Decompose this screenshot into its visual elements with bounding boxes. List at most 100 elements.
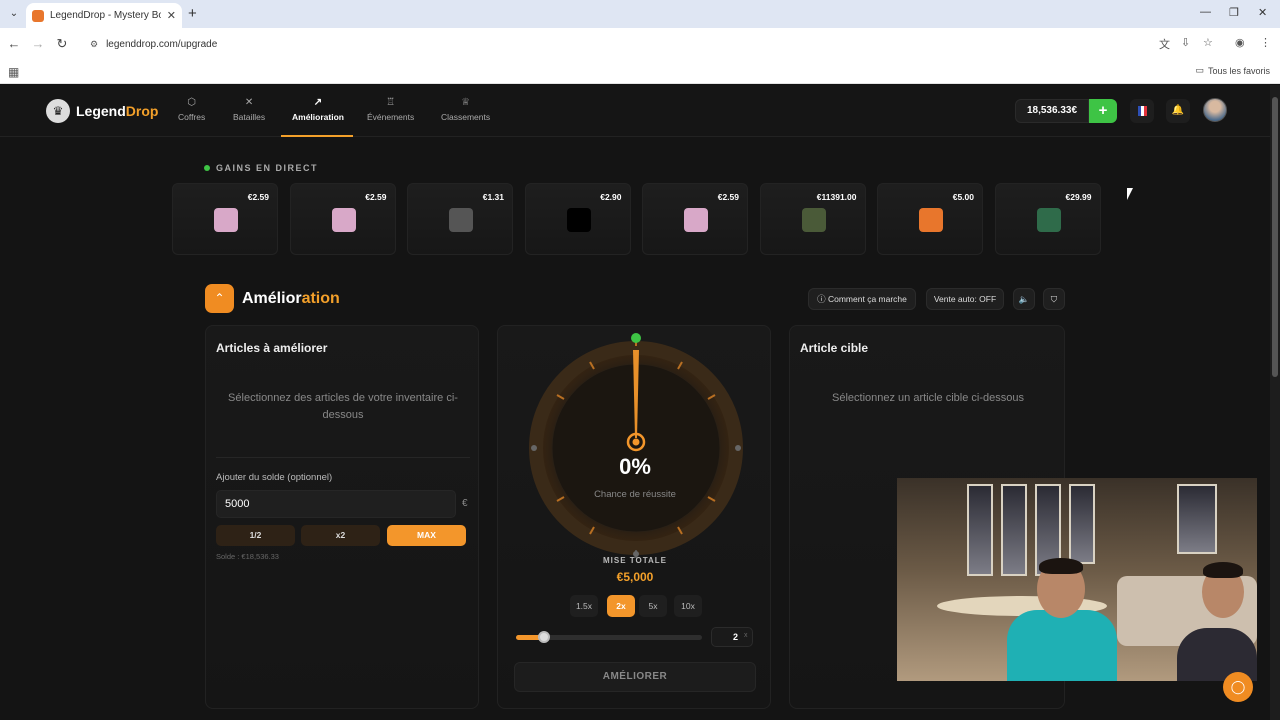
minimize-icon[interactable]: — [1200, 6, 1211, 18]
how-it-works-button[interactable]: ⓘ Comment ça marche [808, 288, 916, 310]
box-icon: ⬡ [187, 97, 196, 108]
nav-item-label: Classements [441, 112, 491, 122]
logo[interactable]: ♛ LegendDrop [46, 99, 158, 123]
help-icon: ⓘ [817, 294, 828, 304]
back-icon[interactable]: ← [6, 36, 22, 51]
dial-marker-icon [631, 333, 641, 343]
live-drop-card[interactable]: €2.59 [172, 183, 278, 255]
multiplier-suffix: x [744, 632, 748, 639]
multiplier-10x[interactable]: 10x [674, 595, 702, 617]
new-tab-icon[interactable]: + [188, 5, 197, 22]
nav-item-classements[interactable]: ♕ Classements [441, 97, 490, 122]
chevrons-up-icon: ⌃ [205, 284, 234, 313]
live-drop-card[interactable]: €2.90 [524, 183, 631, 255]
language-flag-icon[interactable] [1130, 99, 1154, 123]
currency-unit: € [462, 498, 468, 509]
nav-item-label: Batailles [233, 112, 266, 122]
double-button[interactable]: x2 [301, 525, 380, 546]
nav-item-amelioration[interactable]: ↗ Amélioration [292, 97, 344, 122]
all-bookmarks[interactable]: ▭ Tous les favoris [1195, 65, 1270, 76]
balance-amount-input[interactable]: 5000 [216, 490, 456, 518]
nav-item-evenements[interactable]: ♖ Événements [367, 97, 414, 122]
close-window-icon[interactable]: ✕ [1258, 6, 1267, 19]
logo-text: LegendDrop [76, 103, 159, 119]
translate-icon[interactable]: 文 [1159, 36, 1170, 52]
multiplier-2x[interactable]: 2x [607, 595, 635, 617]
trend-up-icon: ↗ [313, 97, 323, 108]
nav-item-batailles[interactable]: ✕ Batailles [233, 97, 265, 122]
upgrade-button[interactable]: AMÉLIORER [514, 662, 756, 692]
item-image [801, 208, 826, 232]
live-drop-price: €2.59 [365, 192, 387, 202]
live-drop-price: €5.00 [952, 192, 974, 202]
url-text: legenddrop.com/upgrade [106, 38, 218, 50]
live-drop-card[interactable]: €5.00 [877, 183, 983, 255]
tab-title: LegendDrop - Mystery Boxes & [50, 10, 161, 21]
articles-panel: Articles à améliorer Sélectionnez des ar… [205, 325, 479, 709]
profile-icon[interactable]: ◉ [1235, 36, 1245, 49]
menu-dots-icon[interactable]: ⋮ [1260, 36, 1271, 49]
install-icon[interactable]: ⇩ [1181, 36, 1190, 49]
apps-grid-icon[interactable]: ▦ [8, 65, 19, 79]
shield-icon[interactable]: ⛉ [1043, 288, 1065, 310]
balance-info: Solde : €18,536.33 [216, 552, 279, 561]
trophy-icon: ♖ [386, 97, 396, 108]
chance-percent: 0% [619, 454, 651, 479]
auto-sell-toggle[interactable]: Vente auto: OFF [926, 288, 1004, 310]
live-drop-card[interactable]: €2.59 [642, 183, 748, 255]
deposit-button[interactable]: + [1089, 99, 1117, 123]
scrollbar-thumb[interactable] [1272, 97, 1278, 377]
nav-item-label: Coffres [178, 112, 206, 122]
page-scrollbar[interactable] [1270, 85, 1280, 720]
bell-icon[interactable]: 🔔 [1166, 99, 1190, 123]
live-drop-price: €1.31 [482, 192, 504, 202]
target-panel-title: Article cible [800, 341, 869, 355]
forward-icon[interactable]: → [30, 36, 46, 51]
item-image [449, 208, 473, 232]
balance-display[interactable]: 18,536.33€ [1015, 99, 1089, 123]
logo-icon: ♛ [46, 99, 70, 123]
live-drop-card[interactable]: €11391.00 [759, 183, 866, 255]
articles-panel-title: Articles à améliorer [216, 341, 328, 355]
url-field[interactable]: ⚙ legenddrop.com/upgrade [82, 32, 1222, 56]
nav-item-label: Événements [367, 112, 415, 122]
avatar[interactable] [1203, 98, 1227, 122]
item-image [919, 208, 943, 232]
browser-tab[interactable]: LegendDrop - Mystery Boxes & ✕ [26, 3, 182, 28]
swords-icon: ✕ [244, 97, 254, 108]
restore-icon[interactable]: ❐ [1229, 6, 1239, 19]
live-drop-price: €2.59 [247, 192, 269, 202]
live-drop-card[interactable]: €1.31 [407, 183, 513, 255]
nav-item-coffres[interactable]: ⬡ Coffres [178, 97, 205, 122]
sound-icon[interactable]: 🔈 [1013, 288, 1035, 310]
all-bookmarks-label: Tous les favoris [1207, 65, 1270, 76]
top-nav: ♛ LegendDrop ⬡ Coffres ✕ Batailles ↗ Amé… [0, 85, 1270, 137]
tab-search-icon[interactable]: ⌄ [6, 6, 22, 22]
chance-dial [529, 333, 743, 558]
live-drops-label: GAINS EN DIRECT [216, 163, 319, 173]
max-button[interactable]: MAX [387, 525, 466, 546]
close-tab-icon[interactable]: ✕ [167, 9, 176, 22]
chat-bubble-icon[interactable]: ◯ [1223, 672, 1253, 702]
live-drop-card[interactable]: €29.99 [994, 183, 1101, 255]
multiplier-5x[interactable]: 5x [639, 595, 667, 617]
site-info-icon[interactable]: ⚙ [90, 39, 98, 50]
slider-handle[interactable] [538, 631, 551, 643]
webcam-overlay [897, 478, 1257, 681]
live-drop-card[interactable]: €2.59 [289, 183, 396, 255]
favicon-icon [32, 9, 44, 22]
reload-icon[interactable]: ↻ [54, 36, 70, 52]
bookmark-star-icon[interactable]: ☆ [1203, 36, 1213, 49]
multiplier-1-5x[interactable]: 1.5x [570, 595, 598, 617]
total-bet-value: €5,000 [616, 570, 654, 584]
target-hint: Sélectionnez un article cible ci-dessous [832, 392, 1024, 404]
live-drop-price: €2.90 [600, 192, 622, 202]
bookmarks-bar: ▦ ▭ Tous les favoris [0, 60, 1280, 84]
mouse-cursor [1127, 188, 1133, 200]
balance-field-label: Ajouter du solde (optionnel) [216, 472, 333, 483]
chance-label: Chance de réussite [594, 489, 676, 500]
divider [216, 457, 470, 458]
item-image [331, 208, 356, 232]
half-button[interactable]: 1/2 [216, 525, 295, 546]
how-it-works-label: Comment ça marche [827, 294, 907, 304]
